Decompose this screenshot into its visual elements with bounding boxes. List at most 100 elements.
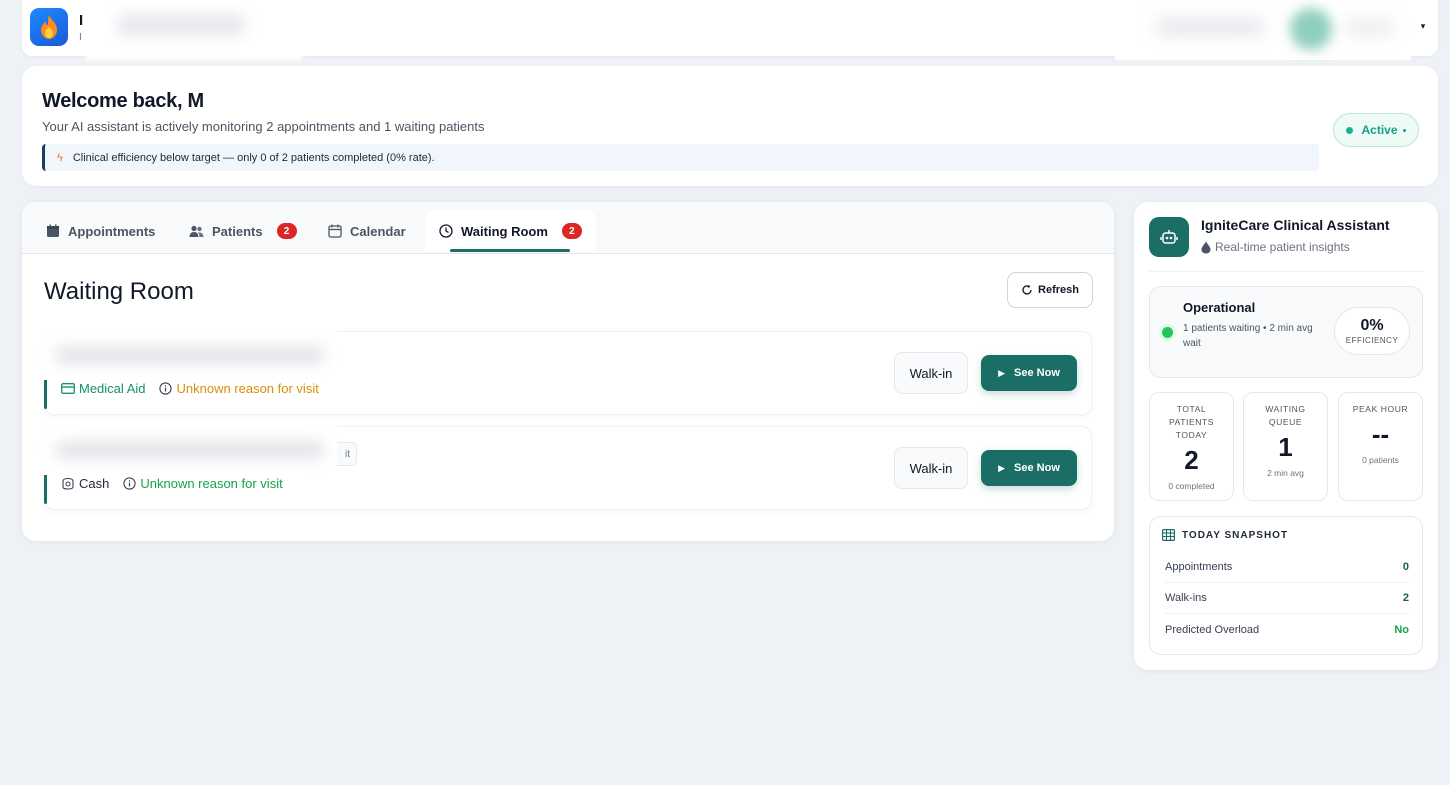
brand-subtitle: I	[79, 32, 82, 43]
info-icon	[123, 477, 137, 490]
active-tab-indicator	[450, 249, 570, 252]
redacted-user-profile[interactable]	[1115, 0, 1411, 60]
brand-name: I	[79, 12, 84, 29]
status-indicator-icon	[1402, 128, 1406, 132]
tab-calendar-label: Calendar	[350, 223, 406, 239]
welcome-banner: Welcome back, M Your AI assistant is act…	[22, 66, 1438, 186]
see-now-label: See Now	[1014, 367, 1060, 379]
tab-waiting-room-label: Waiting Room	[461, 223, 548, 239]
stat-value: 2	[1184, 445, 1199, 475]
efficiency-indicator: 0% EFFICIENCY	[1334, 307, 1410, 355]
snapshot-label: Predicted Overload	[1165, 623, 1260, 636]
waiting-patient-card[interactable]: Medical Aid Unknown reason for visit Wal…	[41, 328, 1092, 415]
stat-total-patients: Total Patients Today 2 0 completed	[1149, 392, 1234, 501]
visit-reason: Unknown reason for visit	[123, 476, 283, 491]
stat-label: Total Patients Today	[1168, 404, 1215, 440]
snapshot-row: Appointments 0	[1165, 552, 1409, 583]
avatar[interactable]	[1290, 8, 1332, 50]
alert-text: Clinical efficiency below target — only …	[72, 151, 435, 164]
payment-method-label: Medical Aid	[79, 381, 146, 396]
patients-count-badge: 2	[276, 223, 297, 239]
refresh-label: Refresh	[1038, 284, 1079, 296]
tab-patients-label: Patients	[212, 223, 263, 239]
welcome-title: Welcome back, M	[42, 90, 204, 112]
redacted-patient-name	[41, 423, 337, 475]
stat-label: Waiting Queue	[1265, 404, 1306, 427]
assistant-panel: IgniteCare Clinical Assistant Real-time …	[1134, 202, 1438, 670]
snapshot-row: Predicted Overload No	[1165, 614, 1409, 645]
app-logo[interactable]	[30, 8, 68, 46]
assistant-subtitle: Real-time patient insights	[1201, 240, 1350, 254]
efficiency-value: 0%	[1360, 317, 1384, 334]
snapshot-label: Appointments	[1165, 561, 1233, 573]
redacted-brand-region	[86, 0, 302, 60]
play-icon: ▶	[998, 367, 1006, 378]
divider	[1149, 271, 1423, 272]
operational-title: Operational	[1183, 300, 1256, 315]
play-icon: ▶	[998, 462, 1006, 473]
tab-calendar[interactable]: Calendar	[328, 210, 406, 252]
efficiency-alert: ϟ Clinical efficiency below target — onl…	[42, 144, 1319, 171]
assistant-title: IgniteCare Clinical Assistant	[1201, 217, 1390, 233]
tab-appointments[interactable]: Appointments	[46, 210, 155, 252]
walk-in-button[interactable]: Walk-in	[894, 352, 968, 394]
snapshot-value: 0	[1402, 561, 1409, 573]
stat-label: Peak Hour	[1352, 404, 1409, 414]
snapshot-label: Walk-ins	[1165, 592, 1207, 604]
see-now-button[interactable]: ▶ See Now	[981, 355, 1077, 391]
snapshot-value: No	[1394, 623, 1409, 636]
visit-reason: Unknown reason for visit	[159, 381, 319, 396]
assistant-subtitle-text: Real-time patient insights	[1215, 240, 1350, 254]
payment-method: Cash	[61, 476, 109, 491]
page-title: Waiting Room	[44, 278, 194, 305]
efficiency-label: EFFICIENCY	[1345, 336, 1399, 345]
visit-reason-label: Unknown reason for visit	[140, 476, 283, 491]
refresh-button[interactable]: Refresh	[1007, 272, 1093, 308]
chevron-down-icon[interactable]: ▾	[1411, 10, 1435, 42]
waiting-count-badge: 2	[561, 223, 582, 239]
see-now-label: See Now	[1014, 462, 1060, 474]
snapshot-value: 2	[1402, 592, 1409, 604]
payment-method: Medical Aid	[61, 381, 145, 396]
today-snapshot: TODAY SNAPSHOT Appointments 0 Walk-ins 2…	[1149, 516, 1423, 655]
stat-waiting-queue: Waiting Queue 1 2 min avg	[1243, 392, 1328, 501]
stat-value: 1	[1278, 432, 1293, 462]
info-icon	[159, 382, 173, 395]
redacted-patient-name	[41, 328, 337, 380]
calendar-check-icon	[46, 224, 60, 238]
top-bar: I I ▾	[22, 0, 1438, 60]
status-badge: Active	[1333, 113, 1419, 147]
snapshot-row: Walk-ins 2	[1165, 583, 1409, 614]
stat-footnote: 2 min avg	[1267, 468, 1304, 478]
stat-footnote: 0 patients	[1362, 455, 1399, 465]
operational-description: 1 patients waiting • 2 min avg wait	[1183, 323, 1313, 349]
table-icon	[1162, 529, 1175, 541]
waiting-patient-card[interactable]: it Cash Unknown reason for visit Walk-in…	[41, 423, 1092, 510]
flame-icon	[41, 15, 57, 39]
cash-icon	[61, 477, 75, 490]
snapshot-title: TODAY SNAPSHOT	[1182, 529, 1289, 541]
operational-status-card: Operational 1 patients waiting • 2 min a…	[1149, 286, 1423, 378]
patient-meta: Medical Aid Unknown reason for visit	[61, 381, 333, 396]
tab-patients[interactable]: Patients 2	[189, 210, 297, 252]
payment-method-label: Cash	[79, 476, 110, 491]
calendar-icon	[328, 224, 342, 238]
snapshot-header: TODAY SNAPSHOT	[1162, 529, 1288, 541]
main-panel: Appointments Patients 2 Calendar Waiting…	[22, 202, 1114, 541]
patient-meta: Cash Unknown reason for visit	[61, 476, 297, 491]
tab-appointments-label: Appointments	[68, 223, 156, 239]
stat-value: --	[1371, 419, 1390, 449]
lightning-icon: ϟ	[57, 151, 63, 164]
refresh-icon	[1021, 284, 1033, 296]
status-dot-icon	[1346, 126, 1354, 134]
status-dot-icon	[1162, 327, 1173, 338]
users-icon	[189, 225, 204, 238]
credit-card-icon	[61, 383, 75, 394]
stat-footnote: 0 completed	[1168, 481, 1215, 491]
stat-peak-hour: Peak Hour -- 0 patients	[1338, 392, 1423, 501]
tab-waiting-room[interactable]: Waiting Room 2	[425, 210, 596, 252]
welcome-subtitle: Your AI assistant is actively monitoring…	[42, 119, 485, 134]
see-now-button[interactable]: ▶ See Now	[981, 450, 1077, 486]
walk-in-button[interactable]: Walk-in	[894, 447, 968, 489]
robot-icon	[1149, 217, 1189, 257]
